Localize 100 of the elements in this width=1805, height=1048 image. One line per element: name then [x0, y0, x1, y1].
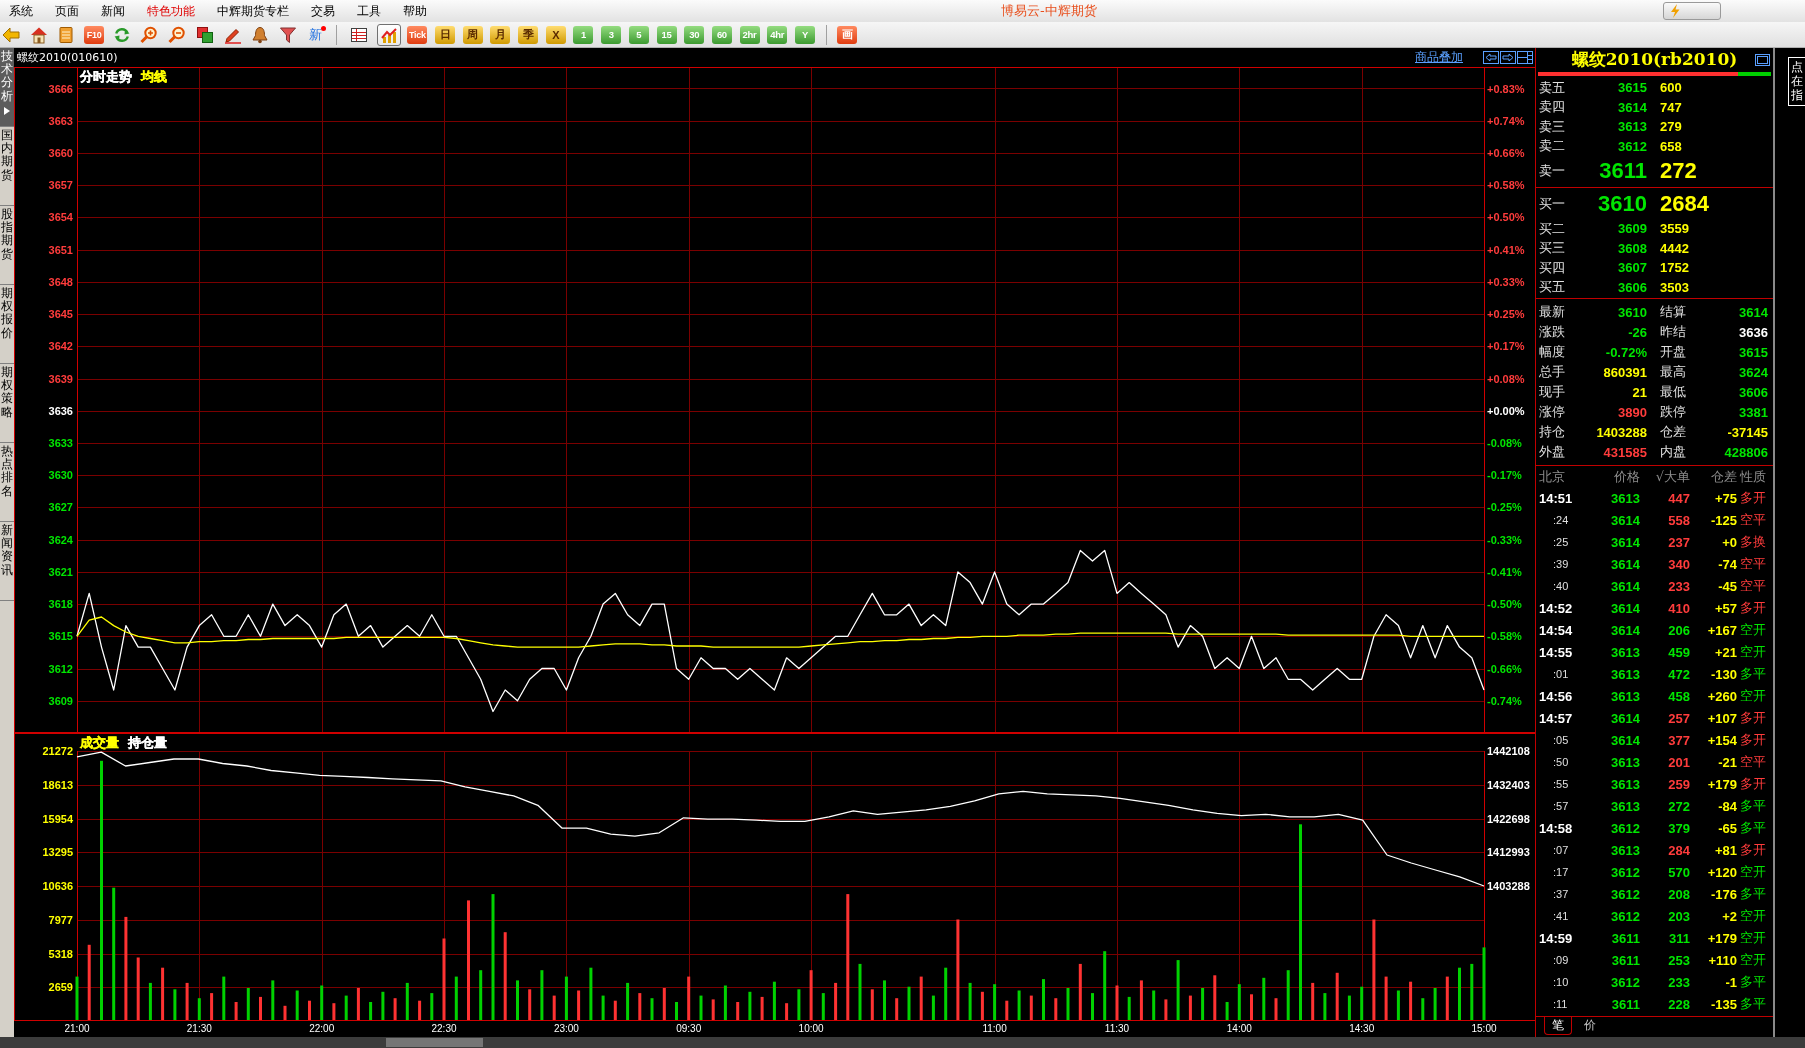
order-price: 3610 [1597, 191, 1647, 217]
tick-volume: 379 [1667, 820, 1690, 836]
tick-nature: 空开 [1739, 929, 1767, 947]
tick-nature: 空平 [1739, 555, 1767, 573]
chart-title: 螺纹2010(010610) [17, 50, 118, 65]
menu-item[interactable]: 新闻 [101, 2, 125, 20]
volume-axis-label: 2659 [48, 981, 73, 994]
scrollbar-thumb[interactable] [386, 1038, 483, 1047]
period-button[interactable]: X [545, 25, 566, 44]
right-arrow-icon[interactable] [1500, 51, 1516, 64]
filter-icon[interactable] [278, 25, 297, 44]
price-axis-label: 3630 [48, 469, 73, 482]
volume-axis-label: 15954 [42, 812, 73, 825]
order-level-label: 卖四 [1539, 98, 1566, 117]
side-tab[interactable]: 技术分析 [0, 48, 14, 127]
menu-item[interactable]: 交易 [311, 2, 335, 20]
tick-time: :25 [1552, 536, 1570, 548]
order-price: 3606 [1617, 279, 1647, 295]
tick-price: 3611 [1610, 930, 1640, 946]
percent-axis-label: +0.66% [1487, 146, 1525, 159]
period-button[interactable]: 月 [490, 25, 511, 44]
stat-label: 内盘 [1659, 443, 1687, 461]
tick-position-change: +110 [1707, 952, 1737, 968]
column-header: √大单 [1654, 468, 1690, 486]
home-icon[interactable] [29, 25, 48, 44]
overlay-link[interactable]: 商品叠加 [1415, 49, 1463, 66]
notebook-icon[interactable] [57, 25, 76, 44]
menu-item[interactable]: 工具 [357, 2, 381, 20]
bell-icon[interactable] [251, 25, 270, 44]
column-header: 价格 [1613, 468, 1640, 486]
stat-value: 428806 [1723, 444, 1768, 460]
side-panel-tab[interactable]: 点在指 [1788, 57, 1805, 106]
tick-price: 3612 [1610, 864, 1640, 880]
side-tab[interactable]: 股指期货 [0, 206, 14, 285]
chart-view-button[interactable] [376, 23, 401, 46]
zoom-in-icon[interactable] [140, 25, 159, 44]
tick-volume: 284 [1667, 842, 1690, 858]
stat-label: 现手 [1539, 383, 1566, 401]
percent-axis-label: +0.17% [1487, 340, 1525, 353]
side-tab[interactable]: 期权报价 [0, 285, 14, 364]
price-axis-label: 3654 [48, 211, 73, 224]
percent-axis-label: +0.50% [1487, 211, 1525, 224]
stat-value: -26 [1627, 324, 1647, 340]
side-tab[interactable]: 热点排名 [0, 443, 14, 522]
tick-price: 3614 [1610, 512, 1640, 528]
tick-price: 3613 [1610, 644, 1640, 660]
back-arrow-icon[interactable] [2, 25, 20, 44]
tick-time: 14:59 [1539, 930, 1574, 946]
period-button[interactable]: 季 [518, 25, 539, 44]
volume-axis-label: 5318 [48, 947, 73, 960]
tick-price: 3613 [1610, 490, 1640, 506]
order-price: 3612 [1617, 138, 1647, 154]
stat-value: -37145 [1726, 424, 1768, 440]
tick-position-change: -74 [1717, 556, 1737, 572]
period-button[interactable]: 周 [462, 25, 483, 44]
tick-position-change: -65 [1717, 820, 1737, 836]
side-tab[interactable]: 期权策略 [0, 364, 14, 443]
menu-item[interactable]: 系统 [9, 2, 33, 20]
windows-icon[interactable] [195, 25, 214, 44]
tick-price: 3614 [1610, 534, 1640, 550]
percent-axis-label: -0.08% [1487, 437, 1522, 449]
percent-axis-label: +0.00% [1487, 404, 1525, 417]
tick-nature: 多开 [1739, 709, 1767, 727]
price-axis-label: 3666 [48, 82, 73, 95]
tick-price: 3613 [1610, 798, 1640, 814]
order-volume: 3559 [1660, 221, 1690, 237]
order-price: 3615 [1617, 80, 1647, 96]
menu-item[interactable]: 特色功能 [147, 2, 195, 20]
left-arrow-icon[interactable] [1483, 51, 1499, 64]
price-axis-label: 3645 [48, 308, 73, 321]
volume-axis-label: 21272 [42, 745, 73, 757]
panel-tab[interactable]: 笔 [1544, 1017, 1572, 1035]
side-tab[interactable]: 新闻资讯 [0, 522, 14, 601]
lightning-button[interactable] [1663, 2, 1721, 20]
menu-item[interactable]: 页面 [55, 2, 79, 20]
tick-time: 14:57 [1539, 710, 1574, 726]
tick-time: :39 [1552, 558, 1570, 570]
price-axis-label: 3615 [48, 630, 73, 643]
side-tab[interactable]: 国内期货 [0, 127, 14, 206]
menu-item[interactable]: 帮助 [403, 2, 427, 20]
split-view-icon[interactable] [1517, 51, 1533, 64]
panel-tab[interactable]: 价 [1576, 1017, 1604, 1035]
menu-item[interactable]: 中辉期货专栏 [217, 2, 289, 20]
period-button[interactable]: 日 [435, 25, 455, 44]
horizontal-scrollbar[interactable] [0, 1037, 1805, 1048]
tick-nature: 多平 [1739, 819, 1767, 837]
zoom-out-icon[interactable] [168, 25, 187, 44]
stat-value: 3614 [1738, 304, 1768, 320]
stat-label: 涨停 [1539, 403, 1566, 421]
stat-value: 3381 [1738, 404, 1768, 420]
news-button[interactable]: 新 [304, 24, 327, 45]
refresh-icon[interactable] [112, 25, 131, 44]
stat-value: 21 [1631, 384, 1647, 400]
tick-volume: 340 [1667, 556, 1690, 572]
stat-value: 3890 [1617, 404, 1647, 420]
maximize-icon[interactable] [1755, 53, 1770, 66]
order-level-label: 卖一 [1539, 162, 1566, 180]
time-axis-label: 14:30 [1349, 1023, 1375, 1034]
tick-time: :41 [1552, 910, 1570, 922]
order-volume: 2684 [1660, 191, 1710, 217]
